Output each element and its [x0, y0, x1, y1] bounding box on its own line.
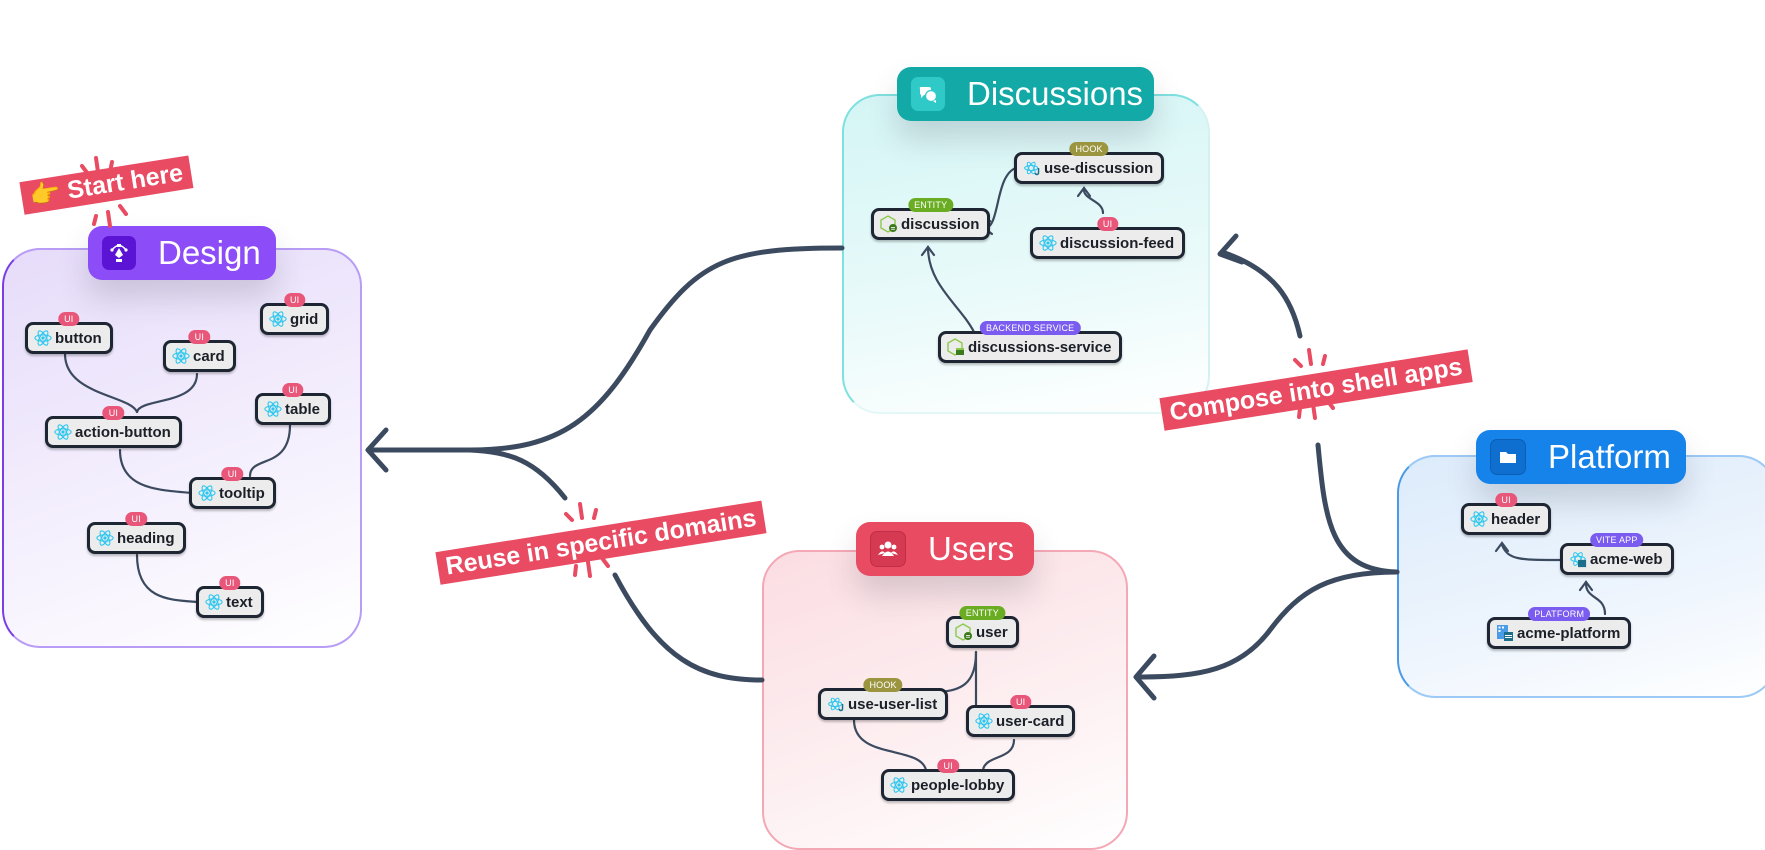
- sparkle-icon: [80, 156, 128, 228]
- sparkle-icon: [1293, 348, 1335, 420]
- sparkle-icon: [564, 502, 610, 578]
- sparkles-layer: [80, 156, 1335, 578]
